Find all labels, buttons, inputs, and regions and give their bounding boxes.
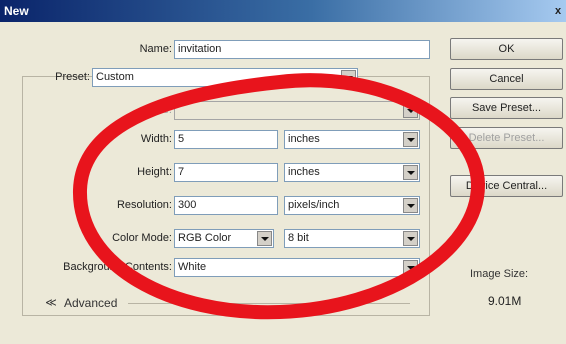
color-mode-label: Color Mode: [112, 232, 172, 244]
height-unit-select[interactable]: inches [284, 163, 420, 182]
background-contents-label: Background Contents: [63, 261, 172, 273]
save-preset-button[interactable]: Save Preset... [450, 97, 563, 119]
chevron-double-down-icon[interactable]: ≪ [44, 296, 58, 310]
title-bar[interactable]: New x [0, 0, 566, 22]
bit-depth-select[interactable]: 8 bit [284, 229, 420, 248]
cancel-button[interactable]: Cancel [450, 68, 563, 90]
name-label: Name: [139, 43, 172, 55]
width-unit-value: inches [288, 133, 320, 145]
resolution-unit-value: pixels/inch [288, 199, 340, 211]
ok-button[interactable]: OK [450, 38, 563, 60]
chevron-down-icon [403, 103, 418, 118]
chevron-down-icon[interactable] [341, 70, 356, 85]
preset-value: Custom [96, 71, 134, 83]
image-size-label: Image Size: [470, 268, 529, 280]
close-button[interactable]: x [552, 3, 564, 19]
bit-depth-value: 8 bit [288, 232, 309, 244]
color-mode-value: RGB Color [178, 232, 232, 244]
resolution-input[interactable]: 300 [174, 196, 278, 215]
advanced-divider [128, 303, 410, 304]
size-label: Size: [147, 104, 172, 116]
height-label: Height: [137, 166, 172, 178]
device-central-button[interactable]: Device Central... [450, 175, 563, 197]
width-label: Width: [140, 133, 172, 145]
preset-select[interactable]: Custom [92, 68, 358, 87]
color-mode-select[interactable]: RGB Color [174, 229, 274, 248]
size-select [174, 101, 420, 120]
chevron-down-icon[interactable] [403, 165, 418, 180]
preset-label: Preset: [55, 71, 90, 83]
new-document-dialog: New x Name: invitation Preset: Custom Si… [0, 0, 566, 344]
width-unit-select[interactable]: inches [284, 130, 420, 149]
delete-preset-button: Delete Preset... [450, 127, 563, 149]
image-size-value: 9.01M [488, 294, 522, 308]
name-input[interactable]: invitation [174, 40, 430, 59]
background-contents-value: White [178, 261, 207, 273]
height-unit-value: inches [288, 166, 320, 178]
chevron-down-icon[interactable] [403, 132, 418, 147]
resolution-label: Resolution: [116, 199, 172, 211]
resolution-unit-select[interactable]: pixels/inch [284, 196, 420, 215]
chevron-down-icon[interactable] [403, 198, 418, 213]
advanced-toggle-label[interactable]: Advanced [64, 296, 117, 310]
dialog-title: New [4, 4, 29, 18]
background-contents-select[interactable]: White [174, 258, 420, 277]
chevron-down-icon[interactable] [403, 260, 418, 275]
height-input[interactable]: 7 [174, 163, 278, 182]
chevron-down-icon[interactable] [403, 231, 418, 246]
chevron-down-icon[interactable] [257, 231, 272, 246]
width-input[interactable]: 5 [174, 130, 278, 149]
